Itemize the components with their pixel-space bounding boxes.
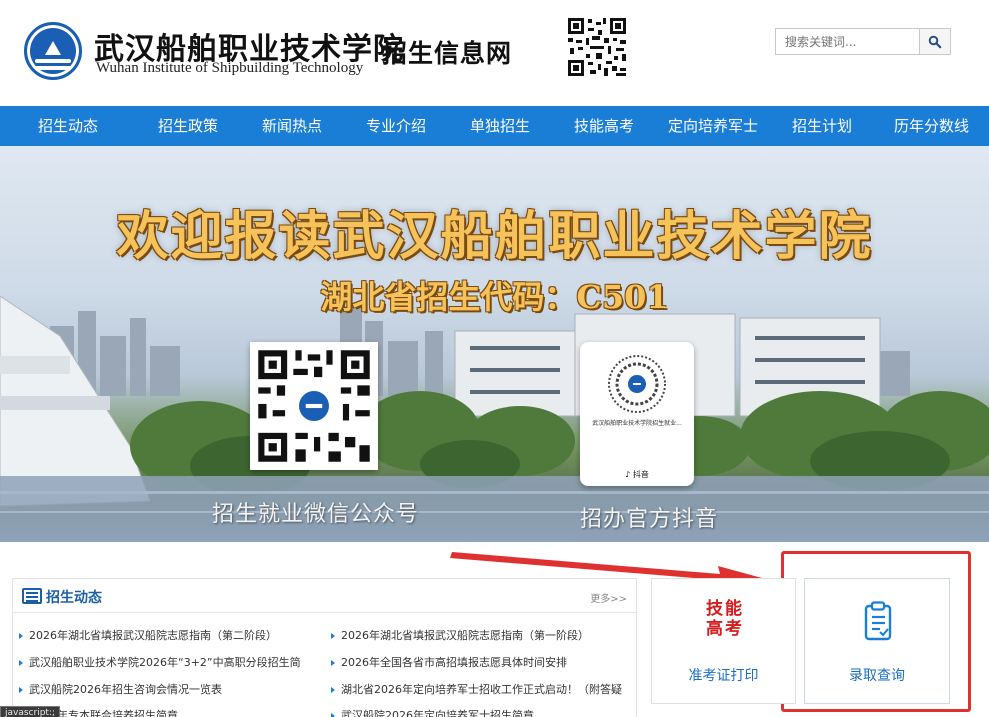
nav-item-admission-plan[interactable]: 招生计划 [770,106,874,146]
news-more-link[interactable]: 更多>> [590,590,627,605]
admission-result-label: 录取查询 [849,668,905,684]
search-input[interactable] [775,28,919,55]
admission-ticket-label: 准考证打印 [688,668,759,684]
news-item-text: 武汉船舶职业技术学院2026年“3+2”中高职分段招生简 [29,656,301,669]
banner-title: 欢迎报读武汉船舶职业技术学院 [116,206,873,267]
news-panel-header: 招生动态 更多>> [13,579,636,613]
bullet-icon [19,660,23,666]
bullet-icon [19,633,23,639]
douyin-brand-label: 抖音 [632,470,649,479]
header-qr-code-icon [566,16,628,78]
school-name-en: Wuhan Institute of Shipbuilding Technolo… [96,60,364,76]
news-item[interactable]: 武汉船舶职业技术学院2026年“3+2”中高职分段招生简 [19,654,319,670]
nav-item-skill-exam[interactable]: 技能高考 [552,106,656,146]
banner-admission-code: 湖北省招生代码：C501 [320,278,669,316]
news-item-text: 武汉船院2026年招生咨询会情况一览表 [29,683,222,696]
news-item[interactable]: 2026年湖北省填报武汉船院志愿指南（第二阶段） [19,627,319,643]
bullet-icon [331,633,335,639]
status-bar-url: javascript:; [0,706,61,717]
school-logo-icon[interactable] [24,22,82,80]
wechat-qr-code-icon [250,342,378,470]
news-item[interactable]: 2026年专本联合培养招生简章 [19,707,319,717]
douyin-brand: ♪ 抖音 [625,470,649,479]
nav-item-news-hotspot[interactable]: 新闻热点 [240,106,344,146]
news-item[interactable]: 湖北省2026年定向培养军士招收工作正式启动！（附答疑 [331,681,631,697]
nav-item-majors[interactable]: 专业介绍 [344,106,448,146]
search-button[interactable] [919,28,951,55]
main-nav: 招生动态 招生政策 新闻热点 专业介绍 单独招生 技能高考 定向培养军士 招生计… [0,106,989,146]
news-item[interactable]: 2026年全国各省市高招填报志愿具体时间安排 [331,654,631,670]
site-title: 招生信息网 [382,39,513,68]
search-icon [928,35,942,48]
wechat-qr-card [250,342,378,470]
nav-item-admission-news[interactable]: 招生动态 [0,106,136,146]
clipboard-icon [864,601,892,641]
admission-result-query-card[interactable]: 录取查询 [804,578,950,704]
bullet-icon [331,713,335,717]
site-header: 武汉船舶职业技术学院 Wuhan Institute of Shipbuildi… [0,0,989,106]
bullet-icon [331,660,335,666]
news-item[interactable]: 武汉船院2026年招生咨询会情况一览表 [19,681,319,697]
admission-ticket-print-card[interactable]: 技能高考 准考证打印 [651,578,796,704]
nav-item-past-scores[interactable]: 历年分数线 [874,106,989,146]
admission-news-panel: 招生动态 更多>> 2026年湖北省填报武汉船院志愿指南（第二阶段） 2026年… [12,578,637,717]
nav-item-military-training[interactable]: 定向培养军士 [656,106,770,146]
list-icon [22,588,42,604]
douyin-caption: 招办官方抖音 [580,507,719,532]
nav-item-admission-policy[interactable]: 招生政策 [136,106,240,146]
wechat-qr-caption: 招生就业微信公众号 [212,502,420,527]
news-item-text: 2026年湖北省填报武汉船院志愿指南（第一阶段） [341,629,589,642]
douyin-qr-code-icon [608,355,666,413]
hero-banner[interactable]: 欢迎报读武汉船舶职业技术学院 湖北省招生代码：C501 招生就业微信公众号 武汉… [0,146,989,542]
skill-exam-badge: 技能高考 [706,599,744,639]
news-item[interactable]: 2026年湖北省填报武汉船院志愿指南（第一阶段） [331,627,631,643]
nav-item-independent-admission[interactable]: 单独招生 [448,106,552,146]
news-item-text: 武汉船院2026年定向培养军士招生简章 [341,709,534,717]
douyin-card: 武汉船舶职业技术学院招生就业... ♪ 抖音 [580,342,694,486]
news-item-text: 湖北省2026年定向培养军士招收工作正式启动！（附答疑 [341,683,622,696]
news-item-text: 2026年全国各省市高招填报志愿具体时间安排 [341,656,567,669]
bullet-icon [331,687,335,693]
bullet-icon [19,687,23,693]
news-panel-title: 招生动态 [46,590,102,606]
news-item[interactable]: 武汉船院2026年定向培养军士招生简章 [331,707,631,717]
news-item-text: 2026年湖北省填报武汉船院志愿指南（第二阶段） [29,629,277,642]
douyin-account-name: 武汉船舶职业技术学院招生就业... [592,420,682,427]
